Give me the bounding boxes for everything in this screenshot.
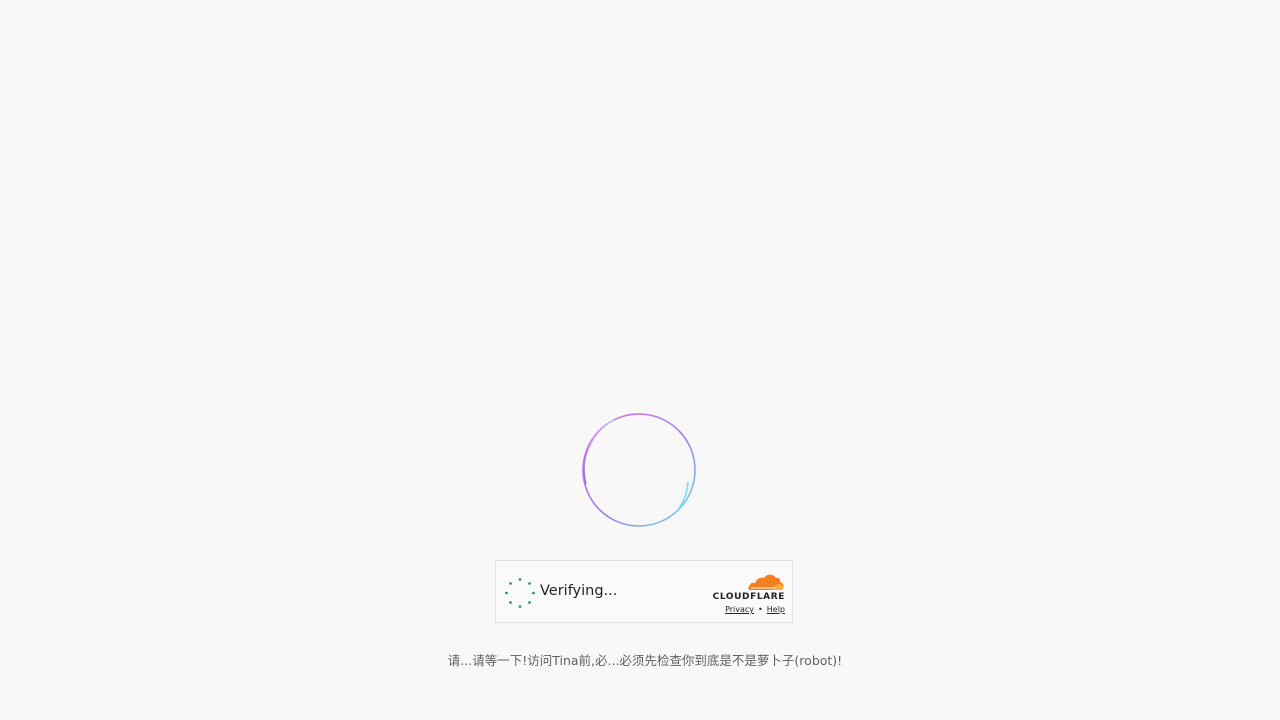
challenge-page: Verifying... CLOUDFLARE Privacy • Help 请..…: [0, 0, 1280, 720]
link-separator: •: [758, 605, 763, 614]
turnstile-widget[interactable]: Verifying... CLOUDFLARE Privacy • Help: [495, 560, 793, 623]
challenge-message: 请...请等一下!访问Tina前,必...必须先检查你到底是不是萝卜子(robo…: [447, 653, 843, 668]
verifying-status: Verifying...: [540, 583, 618, 599]
cloudflare-cloud-icon: [748, 574, 784, 590]
help-link[interactable]: Help: [767, 605, 785, 614]
dotted-spinner-icon: [505, 578, 535, 608]
cloudflare-brand: CLOUDFLARE Privacy • Help: [705, 572, 785, 616]
cloudflare-wordmark: CLOUDFLARE: [712, 592, 785, 602]
brand-links: Privacy • Help: [725, 605, 785, 614]
privacy-link[interactable]: Privacy: [725, 605, 754, 614]
gradient-ring-loader-icon: [582, 413, 696, 527]
